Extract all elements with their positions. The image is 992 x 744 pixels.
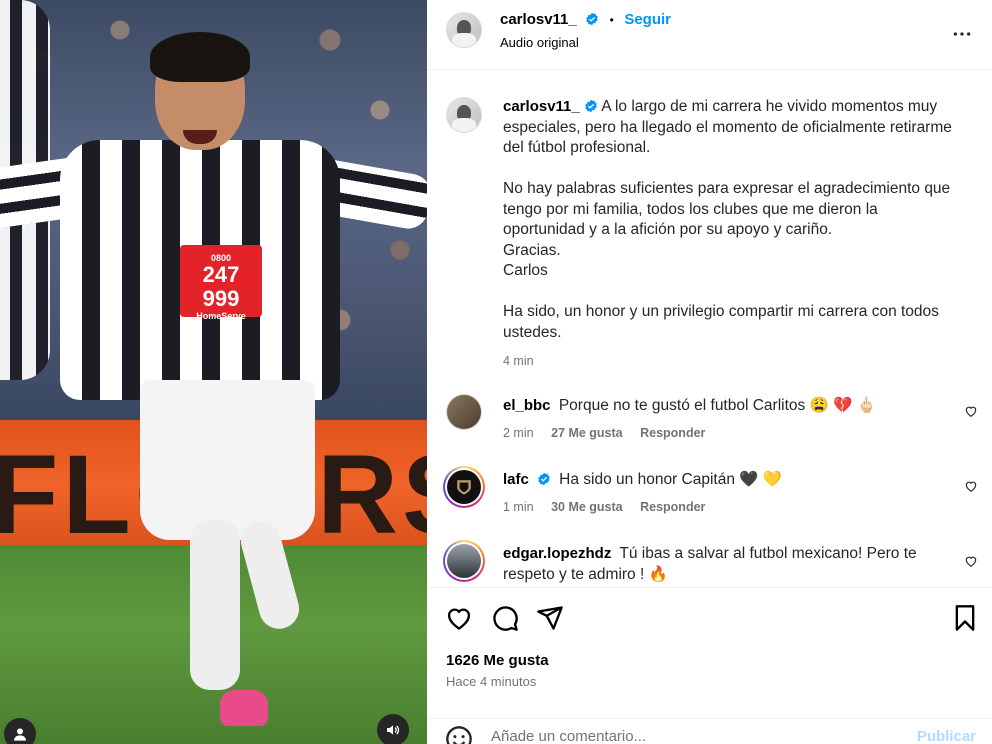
caption-line: oportunidad y a la afición por su apoyo …: [503, 221, 833, 238]
comment-text: lafc Ha sido un honor Capitán 🖤 💛: [503, 470, 782, 489]
more-options-icon[interactable]: [952, 24, 972, 44]
comments-scroll-area[interactable]: carlosv11_ A lo largo de mi carrera he v…: [427, 71, 992, 587]
share-icon[interactable]: [536, 604, 564, 632]
audio-toggle-button[interactable]: [377, 714, 409, 744]
player-leg-left: [190, 520, 240, 690]
caption-author-username[interactable]: carlosv11_: [503, 98, 580, 115]
publish-button[interactable]: Publicar: [917, 728, 976, 744]
comment-time[interactable]: 1 min: [503, 500, 534, 514]
reply-button[interactable]: Responder: [640, 500, 705, 514]
caption-line: del fútbol profesional.: [503, 139, 651, 156]
jersey-sponsor: 0800 247 999 HomeServe: [180, 245, 262, 321]
author-avatar[interactable]: [446, 12, 482, 48]
heart-icon[interactable]: [964, 479, 978, 493]
lafc-logo: [447, 470, 481, 504]
caption-timestamp[interactable]: 4 min: [503, 351, 973, 372]
caption-line: tengo por mi familia, todos los clubes q…: [503, 200, 878, 218]
reply-button[interactable]: Responder: [640, 426, 705, 440]
player-shorts: [140, 380, 315, 540]
follow-button[interactable]: Seguir: [624, 11, 671, 28]
audio-icon: [387, 725, 400, 735]
post-detail-panel: carlosv11_ • Seguir Audio original carlo…: [427, 0, 992, 744]
player-boot: [220, 690, 268, 726]
save-icon[interactable]: [951, 604, 979, 632]
author-row: carlosv11_ • Seguir: [500, 11, 671, 29]
post-header: carlosv11_ • Seguir Audio original: [427, 0, 992, 70]
comment-body: Ha sido un honor Capitán 🖤 💛: [559, 471, 783, 488]
post-caption: carlosv11_ A lo largo de mi carrera he v…: [503, 97, 973, 372]
emoji-icon[interactable]: [445, 725, 473, 744]
caption-line: Ha sido, un honor y un privilegio compar…: [503, 303, 939, 320]
author-username[interactable]: carlosv11_: [500, 11, 577, 28]
caption-line: No hay palabras suficientes para expresa…: [503, 180, 951, 197]
header-separator: •: [609, 13, 614, 27]
comment-body: Tú ibas a salvar al futbol mexicano! Per…: [619, 545, 917, 562]
caption-line: ustedes.: [503, 323, 562, 341]
verified-badge-icon: [584, 99, 597, 113]
comment-input[interactable]: Añade un comentario...: [491, 728, 646, 744]
caption-line: Gracias.: [503, 241, 561, 259]
comment-body: Porque no te gustó el futbol Carlitos 😩 …: [558, 397, 877, 414]
comment-text: el_bbc Porque no te gustó el futbol Carl…: [503, 396, 876, 415]
likes-count[interactable]: 1626 Me gusta: [446, 652, 549, 669]
heart-icon[interactable]: [445, 604, 473, 632]
comment-time[interactable]: 2 min: [503, 426, 534, 440]
comment-avatar: [447, 544, 481, 578]
comment-text: edgar.lopezhdz Tú ibas a salvar al futbo…: [503, 545, 917, 563]
caption-author-avatar[interactable]: [446, 97, 482, 133]
comment-likes[interactable]: 30 Me gusta: [551, 500, 623, 514]
comment-avatar[interactable]: [446, 394, 482, 430]
caption-line: Carlos: [503, 262, 548, 279]
comment-meta: 2 min 27 Me gusta Responder: [503, 426, 719, 440]
comment-avatar-story-ring[interactable]: [443, 466, 485, 508]
verified-badge-icon: [586, 12, 598, 26]
tagged-users-button[interactable]: [4, 718, 36, 744]
post-media[interactable]: FLOORS- 0800 247 999 HomeServe: [0, 0, 427, 744]
post-actions: 1626 Me gusta Hace 4 minutos Añade un co…: [427, 587, 992, 744]
heart-icon[interactable]: [964, 554, 978, 568]
caption-line: especiales, pero ha llegado el momento d…: [503, 118, 952, 136]
comment-icon[interactable]: [491, 604, 519, 632]
comment-meta: 1 min 30 Me gusta Responder: [503, 500, 719, 514]
verified-badge-icon: [538, 472, 550, 486]
comment-username[interactable]: edgar.lopezhdz: [503, 545, 611, 562]
heart-icon[interactable]: [964, 404, 978, 418]
player-hair: [150, 32, 250, 82]
post-time-ago[interactable]: Hace 4 minutos: [446, 674, 536, 689]
comment-username[interactable]: el_bbc: [503, 397, 551, 414]
comment-username[interactable]: lafc: [503, 471, 529, 488]
comment-body-continued: respeto y te admiro ! 🔥: [503, 566, 668, 583]
comment-likes[interactable]: 27 Me gusta: [551, 426, 623, 440]
comment-avatar-story-ring[interactable]: [443, 540, 485, 582]
audio-label[interactable]: Audio original: [500, 35, 579, 50]
add-comment-bar: Añade un comentario... Publicar: [427, 718, 992, 744]
caption-line: A lo largo de mi carrera he vivido momen…: [601, 98, 938, 115]
user-tag-icon: [14, 728, 26, 741]
